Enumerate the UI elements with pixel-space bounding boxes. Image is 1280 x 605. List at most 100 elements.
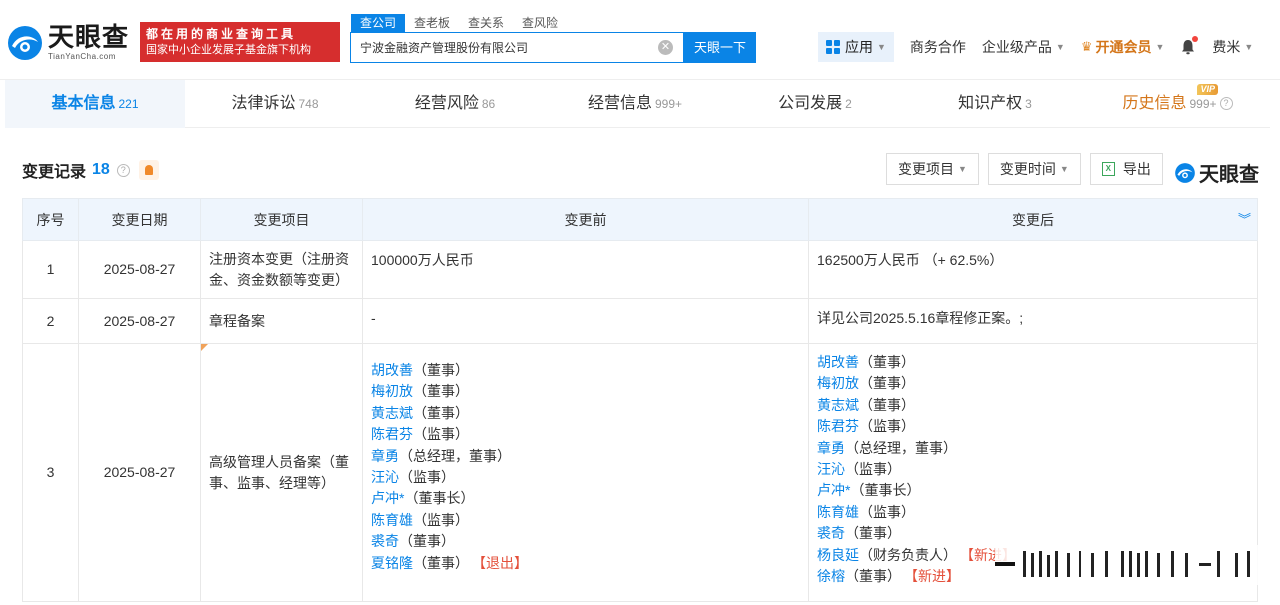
tab-count: 221 (118, 97, 139, 111)
person-name-link[interactable]: 黄志斌 (371, 405, 413, 421)
change-status-tag: 【新进】 (911, 568, 960, 585)
search-tab-risk[interactable]: 查风险 (513, 14, 567, 32)
vip-menu[interactable]: ♛ 开通会员 ▼ (1081, 37, 1165, 57)
person-name-link[interactable]: 汪沁 (371, 469, 399, 485)
chevron-down-icon: ▼ (877, 42, 886, 52)
person-entry: 陈育雄（监事） (817, 502, 1249, 523)
tab-count: 86 (481, 97, 496, 111)
person-name-link[interactable]: 徐榕 (817, 568, 845, 584)
person-role: （董事） (859, 375, 915, 392)
section-count: 18 (92, 161, 110, 178)
help-icon[interactable]: ? (1219, 97, 1233, 111)
person-entry: 裘奇（董事） (817, 523, 1249, 544)
person-entry: 陈君芬（监事） (371, 424, 800, 445)
person-name-link[interactable]: 杨良延 (817, 547, 859, 563)
apps-menu[interactable]: 应用 ▼ (818, 32, 894, 62)
watermark (995, 545, 1265, 585)
person-role: （董事） (845, 525, 901, 542)
brand-mark-text: 天眼查 (1199, 162, 1259, 186)
tab-history[interactable]: VIP 历史信息 999+? (1085, 80, 1270, 128)
search-button[interactable]: 天眼一下 (684, 32, 756, 63)
person-entry: 陈育雄（监事） (371, 510, 800, 531)
notification-dot (1192, 36, 1199, 42)
filter-change-item[interactable]: 变更项目 ▼ (886, 153, 979, 185)
enterprise-menu[interactable]: 企业级产品 ▼ (982, 37, 1065, 57)
tab-label: 知识产权 (958, 95, 1023, 112)
alert-bell-icon[interactable] (138, 160, 159, 180)
person-name-link[interactable]: 章勇 (817, 440, 845, 456)
cell-item: 章程备案 (200, 298, 363, 344)
person-name-link[interactable]: 卢冲* (371, 490, 404, 506)
person-name-link[interactable]: 卢冲* (817, 482, 850, 498)
help-icon[interactable]: ? (116, 163, 130, 177)
corner-flag-icon (201, 344, 208, 351)
person-role: （董事） (859, 396, 915, 413)
tab-basic-info[interactable]: 基本信息 221 (5, 80, 185, 128)
filter-label: 变更时间 (999, 161, 1056, 177)
person-entry: 汪沁（监事） (371, 467, 800, 488)
top-header: 天眼查 TianYanCha.com 都在用的商业查询工具 国家中小企业发展子基… (0, 0, 1280, 80)
tab-ip[interactable]: 知识产权 3 (905, 80, 1085, 128)
tab-label: 公司发展 (778, 95, 843, 112)
person-name-link[interactable]: 梅初放 (371, 383, 413, 399)
tab-business-info[interactable]: 经营信息 999+ (545, 80, 725, 128)
person-name-link[interactable]: 梅初放 (817, 375, 859, 391)
chevron-down-icon: ▼ (958, 164, 967, 174)
chevron-down-icon: ▼ (1055, 42, 1065, 52)
search-tab-relation[interactable]: 查关系 (459, 14, 513, 32)
person-role: （董事） (859, 354, 915, 370)
person-name-link[interactable]: 汪沁 (817, 461, 845, 477)
person-name-link[interactable]: 陈育雄 (371, 512, 413, 528)
person-name-link[interactable]: 黄志斌 (817, 397, 859, 413)
bell-icon[interactable] (1180, 36, 1199, 55)
main-tabs: 基本信息 221 法律诉讼 748 经营风险 86 经营信息 999+ 公司发展 2 知识… (5, 80, 1270, 128)
person-role: （董事长） (850, 482, 921, 499)
logo-name: 天眼查 (48, 23, 130, 53)
tab-count: 3 (1025, 97, 1032, 111)
table-row: 2 2025-08-27 章程备案 - 详见公司2025.5.16章程修正案。; (22, 298, 1258, 344)
person-name-link[interactable]: 陈君芬 (817, 418, 859, 434)
apps-label: 应用 (845, 39, 873, 55)
person-name-link[interactable]: 胡改善 (371, 362, 413, 378)
tab-legal[interactable]: 法律诉讼 748 (185, 80, 365, 128)
search-tab-boss[interactable]: 查老板 (405, 14, 459, 32)
clear-icon[interactable]: ✕ (658, 40, 673, 55)
tab-development[interactable]: 公司发展 2 (725, 80, 905, 128)
person-role: （总经理，董事） (845, 439, 957, 456)
search-input[interactable] (351, 33, 651, 62)
person-name-link[interactable]: 陈君芬 (371, 426, 413, 442)
double-chevron-down-icon[interactable]: ︾ (1238, 209, 1251, 228)
business-link[interactable]: 商务合作 (910, 37, 966, 57)
search-box: ✕ (350, 32, 684, 63)
search-tab-company[interactable]: 查公司 (351, 14, 406, 32)
enterprise-label: 企业级产品 (981, 39, 1052, 55)
person-entry: 黄志斌（董事） (371, 403, 800, 424)
person-entry: 汪沁（监事） (817, 459, 1249, 480)
chevron-down-icon: ▼ (1155, 42, 1165, 52)
filter-change-time[interactable]: 变更时间 ▼ (987, 153, 1081, 185)
logo[interactable]: 天眼查 TianYanCha.com (6, 24, 129, 62)
person-name-link[interactable]: 陈育雄 (817, 504, 859, 520)
cell-item: 高级管理人员备案（董事、监事、经理等） (200, 343, 363, 602)
person-entry: 黄志斌（董事） (817, 395, 1249, 416)
tab-label: 经营信息 (587, 95, 652, 112)
export-button[interactable]: X 导出 (1089, 153, 1163, 185)
person-name-link[interactable]: 章勇 (371, 448, 399, 464)
user-menu[interactable]: 费米 ▼ (1212, 37, 1253, 57)
cell-date: 2025-08-27 (78, 298, 201, 344)
eye-logo-icon (8, 26, 42, 60)
person-name-link[interactable]: 夏铭隆 (371, 555, 413, 571)
top-nav: 应用 ▼ 商务合作 企业级产品 ▼ ♛ 开通会员 ▼ 费米 ▼ (818, 32, 1253, 62)
brand-mark: 天眼查 (1174, 158, 1259, 187)
person-role: （财务负责人） (859, 546, 957, 563)
cell-no: 1 (22, 240, 79, 299)
person-role: （董事） (845, 568, 901, 585)
person-name-link[interactable]: 裘奇 (371, 533, 399, 549)
cell-date: 2025-08-27 (78, 343, 201, 602)
col-header-no: 序号 (22, 198, 79, 241)
person-name-link[interactable]: 胡改善 (817, 354, 859, 370)
person-role: （监事） (399, 469, 455, 486)
tab-business-risk[interactable]: 经营风险 86 (365, 80, 545, 128)
person-name-link[interactable]: 裘奇 (817, 525, 845, 541)
cell-item: 注册资本变更（注册资金、资金数额等变更） (200, 240, 363, 299)
